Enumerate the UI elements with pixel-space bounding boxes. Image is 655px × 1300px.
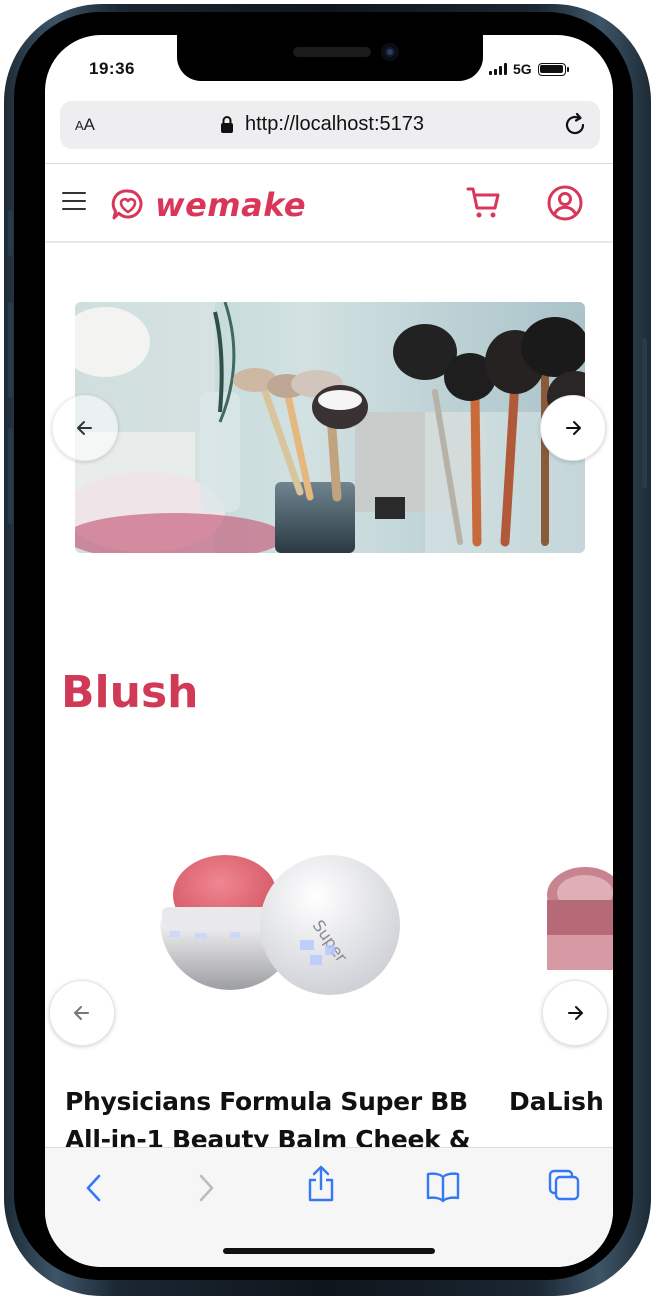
camera: [381, 43, 399, 61]
screen: 19:36 5G AAAA http://localhost:5173 wema…: [45, 35, 613, 1267]
user-profile-icon[interactable]: [546, 184, 584, 227]
blush-pot-image: [547, 867, 613, 970]
reload-icon[interactable]: [562, 111, 588, 144]
blush-balm-image: Super: [160, 855, 400, 995]
home-indicator[interactable]: [223, 1248, 435, 1254]
cart-icon[interactable]: [466, 185, 502, 226]
url-bar[interactable]: AAAA http://localhost:5173: [60, 101, 600, 149]
hero-image[interactable]: [75, 302, 585, 553]
arrow-right-icon: [568, 1006, 583, 1020]
product-image[interactable]: [540, 855, 613, 985]
url-text[interactable]: http://localhost:5173: [245, 113, 424, 136]
side-button: [8, 428, 13, 524]
back-icon[interactable]: [83, 1170, 105, 1211]
brand-logo[interactable]: wemake: [111, 186, 306, 224]
section-title: Blush: [61, 667, 199, 718]
tabs-icon[interactable]: [547, 1168, 581, 1207]
text-size-button[interactable]: AAAA: [75, 115, 95, 135]
products-next-button[interactable]: [542, 980, 608, 1046]
side-button: [642, 338, 647, 488]
network-type: 5G: [513, 61, 532, 77]
product-name[interactable]: DaLish: [509, 1083, 604, 1121]
share-icon[interactable]: [305, 1164, 337, 1209]
side-button: [8, 302, 13, 398]
battery-icon: [537, 62, 569, 76]
brand-name: wemake: [155, 186, 307, 224]
arrow-left-icon: [74, 1006, 89, 1020]
products-prev-button[interactable]: [49, 980, 115, 1046]
lock-icon: [220, 115, 234, 138]
signal-icon: [489, 63, 507, 75]
status-indicators: 5G: [489, 61, 569, 77]
bookmarks-icon[interactable]: [425, 1170, 461, 1209]
notch: [177, 35, 483, 81]
product-image[interactable]: Super: [140, 815, 410, 1005]
hero-prev-button[interactable]: [52, 395, 118, 461]
status-time: 19:36: [89, 59, 135, 78]
forward-icon[interactable]: [195, 1170, 217, 1211]
app-header: wemake: [45, 163, 613, 243]
arrow-left-icon: [77, 421, 92, 435]
browser-toolbar: [45, 1147, 613, 1267]
side-button: [8, 210, 13, 256]
arrow-right-icon: [566, 421, 581, 435]
speaker: [293, 47, 371, 57]
makeup-brushes-photo: [75, 302, 585, 553]
heart-chat-icon: [111, 189, 143, 220]
menu-icon[interactable]: [62, 192, 86, 210]
hero-next-button[interactable]: [540, 395, 606, 461]
